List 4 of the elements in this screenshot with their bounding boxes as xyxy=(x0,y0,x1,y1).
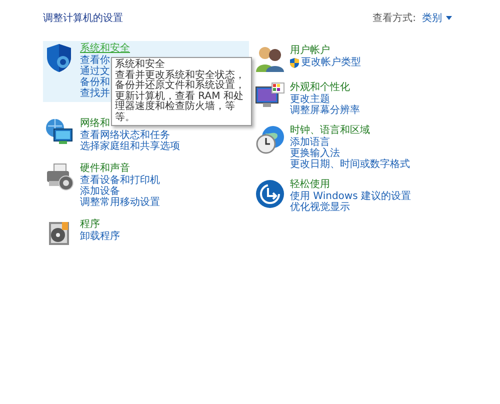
view-by-label: 查看方式: xyxy=(372,12,416,25)
tooltip-text: 查看并更改系统和安全状态，备份并还原文件和系统设置，更新计算机，查看 RAM 和处理器速度和检查防火墙，等等。 xyxy=(115,70,246,123)
tooltip-title: 系统和安全 xyxy=(115,60,165,70)
page-title: 调整计算机的设置 xyxy=(43,12,123,25)
